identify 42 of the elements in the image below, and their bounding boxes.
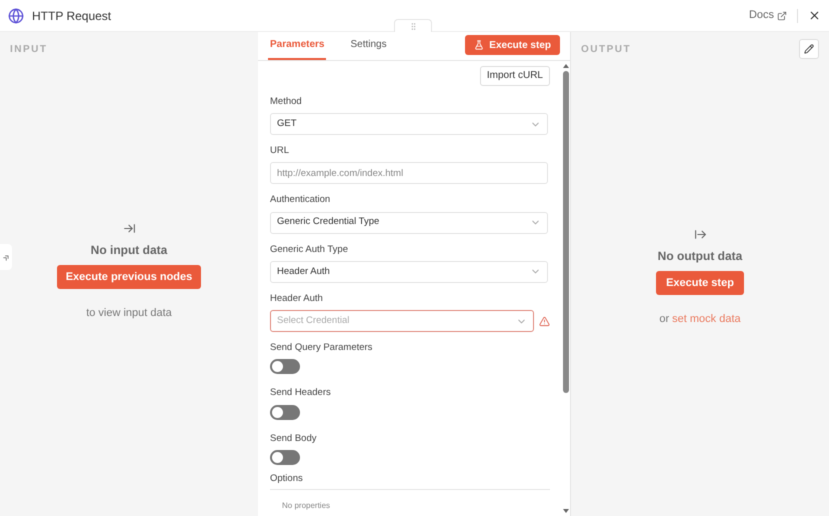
drag-handle[interactable] bbox=[394, 19, 432, 32]
hint-text: to view input data bbox=[86, 306, 172, 321]
close-icon[interactable] bbox=[808, 9, 821, 22]
field-label: URL bbox=[270, 144, 290, 158]
panel-title: OUTPUT bbox=[581, 42, 632, 56]
toggle-switch[interactable] bbox=[270, 404, 300, 420]
hint-text: or bbox=[659, 312, 670, 327]
arrow-from-line-icon bbox=[694, 228, 706, 241]
execute-step-button[interactable]: Execute step bbox=[656, 270, 744, 295]
tab[interactable]: Parameters bbox=[268, 31, 326, 60]
url-input[interactable]: http://example.com/index.html bbox=[270, 162, 548, 184]
field-label: Generic Auth Type bbox=[270, 242, 348, 256]
field-label: Authentication bbox=[270, 193, 330, 208]
select-field[interactable]: Generic Credential Type bbox=[270, 212, 548, 234]
field-label: Send Headers bbox=[270, 386, 331, 400]
field-label: Send Query Parameters bbox=[270, 341, 372, 355]
tab[interactable]: Settings bbox=[348, 31, 389, 60]
field-label: Header Auth bbox=[270, 292, 323, 306]
warning-icon bbox=[539, 316, 550, 326]
collapse-button[interactable] bbox=[0, 244, 12, 270]
select-field[interactable]: Header Auth bbox=[270, 260, 548, 283]
toggle-switch[interactable] bbox=[270, 450, 300, 465]
empty-message: No input data bbox=[90, 242, 168, 259]
execute-previous-nodes-button[interactable]: Execute previous nodes bbox=[56, 264, 202, 289]
execute-step-button[interactable]: Execute step bbox=[465, 35, 560, 55]
select-field[interactable]: GET bbox=[270, 113, 548, 135]
empty-properties-text: No properties bbox=[282, 501, 330, 510]
external-link-icon bbox=[777, 10, 787, 20]
toggle-switch[interactable] bbox=[270, 359, 300, 374]
field-label: Options bbox=[270, 472, 303, 486]
edit-button[interactable] bbox=[799, 39, 819, 59]
import-curl-button[interactable]: Import cURL bbox=[480, 66, 550, 86]
field-label: Send Body bbox=[270, 432, 316, 446]
field-label: Method bbox=[270, 94, 302, 109]
panel-title: INPUT bbox=[9, 43, 48, 57]
globe-icon bbox=[8, 8, 24, 24]
flask-icon bbox=[474, 40, 484, 50]
pencil-icon bbox=[804, 44, 814, 54]
empty-message: No output data bbox=[658, 248, 742, 265]
arrow-to-line-icon bbox=[122, 222, 136, 235]
window-title: HTTP Request bbox=[32, 8, 112, 24]
docs-link[interactable]: Docs bbox=[748, 7, 787, 24]
